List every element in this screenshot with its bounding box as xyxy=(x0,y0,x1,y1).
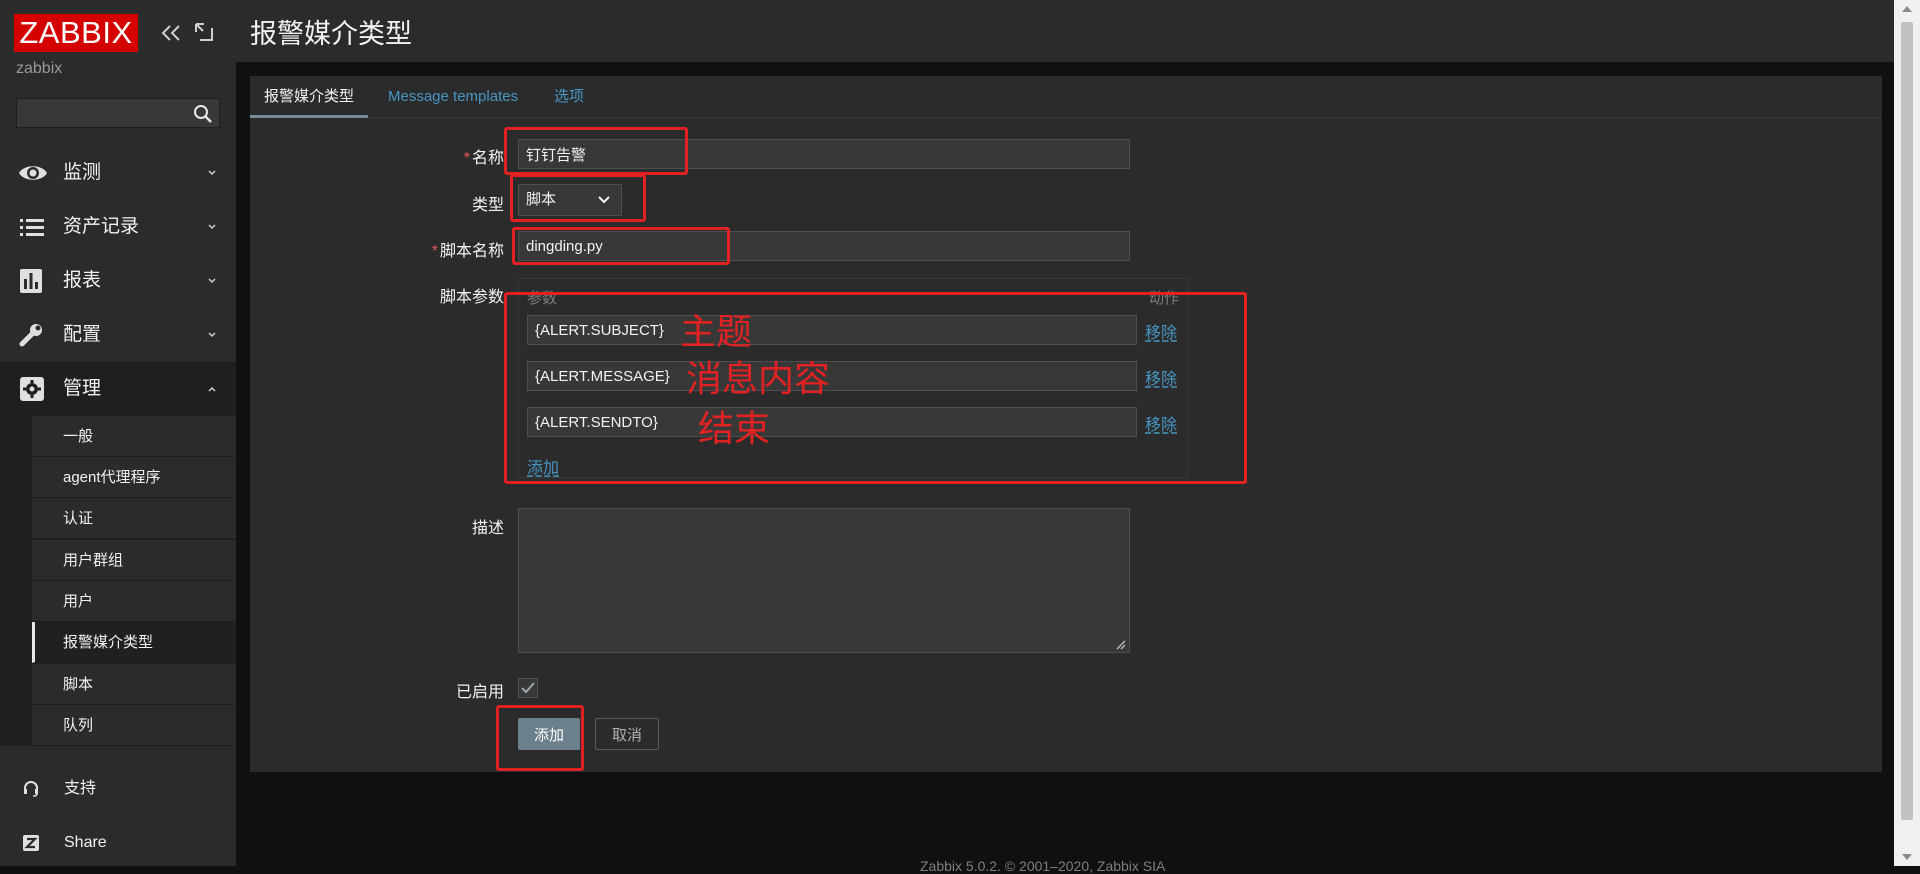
search-input[interactable] xyxy=(17,99,187,127)
bar-chart-icon xyxy=(18,269,46,293)
submenu-scripts[interactable]: 脚本 xyxy=(32,664,236,705)
type-select[interactable]: 脚本 xyxy=(518,184,622,216)
eye-icon xyxy=(18,161,47,185)
enabled-checkbox[interactable] xyxy=(518,678,538,698)
menu-monitoring[interactable]: 监测 xyxy=(0,146,236,200)
name-input[interactable] xyxy=(518,139,1130,169)
param-input-sendto[interactable] xyxy=(527,407,1137,437)
menu-configuration[interactable]: 配置 xyxy=(0,308,236,362)
scroll-up-arrow-icon[interactable] xyxy=(1902,6,1912,12)
chevron-down-icon xyxy=(207,276,217,286)
submenu-queue[interactable]: 队列 xyxy=(32,705,236,746)
menu-reports[interactable]: 报表 xyxy=(0,254,236,308)
headset-icon xyxy=(22,780,40,798)
script-params-label: 脚本参数 xyxy=(439,289,504,306)
submenu-proxies[interactable]: agent代理程序 xyxy=(32,457,236,498)
share-z-icon xyxy=(22,834,40,852)
share-label: Share xyxy=(64,834,107,851)
menu-label: 监测 xyxy=(63,162,102,183)
collapse-sidebar-icon[interactable] xyxy=(160,22,182,44)
scrollbar-thumb[interactable] xyxy=(1901,22,1913,820)
add-button[interactable]: 添加 xyxy=(518,718,580,750)
chevron-up-icon xyxy=(207,384,217,394)
description-label: 描述 xyxy=(471,520,504,537)
submenu-authentication[interactable]: 认证 xyxy=(32,498,236,539)
type-label: 类型 xyxy=(471,197,504,214)
scroll-down-arrow-icon[interactable] xyxy=(1902,854,1912,860)
param-column-header: 参数 xyxy=(527,290,558,307)
media-type-form: 报警媒介类型 Message templates 选项 *名称 类型 脚本 *脚… xyxy=(250,76,1882,772)
chevron-down-icon xyxy=(207,168,217,178)
tab-message-templates[interactable]: Message templates xyxy=(374,76,532,118)
remove-param-link[interactable]: 移除 xyxy=(1145,365,1177,389)
zabbix-logo[interactable]: ZABBIX xyxy=(14,14,138,52)
submenu-users[interactable]: 用户 xyxy=(32,581,236,622)
footer-copyright: Zabbix 5.0.2. © 2001–2020, Zabbix SIA xyxy=(920,858,1166,874)
resize-handle-icon[interactable] xyxy=(1114,638,1126,650)
page-title: 报警媒介类型 xyxy=(250,19,412,49)
menu-inventory[interactable]: 资产记录 xyxy=(0,200,236,254)
sidebar-search xyxy=(16,98,220,128)
add-param-link[interactable]: 添加 xyxy=(527,454,559,478)
submenu-user-groups[interactable]: 用户群组 xyxy=(32,540,236,581)
submenu-general[interactable]: 一般 xyxy=(32,416,236,457)
menu-administration[interactable]: 管理 xyxy=(0,362,236,416)
wrench-icon xyxy=(18,323,46,347)
tab-media-type[interactable]: 报警媒介类型 xyxy=(250,76,369,118)
enabled-label: 已启用 xyxy=(455,684,504,701)
page-header: 报警媒介类型 xyxy=(236,0,1894,62)
cancel-button[interactable]: 取消 xyxy=(595,718,659,750)
checkmark-icon xyxy=(521,682,535,694)
remove-param-link[interactable]: 移除 xyxy=(1145,319,1177,343)
submenu-media-types[interactable]: 报警媒介类型 xyxy=(32,622,236,663)
sidebar: ZABBIX zabbix 监测 资产记录 报表 配置 管理 一般 agent代… xyxy=(0,0,236,866)
page-scrollbar[interactable] xyxy=(1894,0,1920,866)
type-select-value: 脚本 xyxy=(526,191,557,208)
gear-icon xyxy=(18,377,46,401)
description-textarea[interactable] xyxy=(518,508,1130,653)
chevron-down-icon xyxy=(207,222,217,232)
form-tabs: 报警媒介类型 Message templates 选项 xyxy=(250,76,1882,118)
menu-label: 报表 xyxy=(63,270,102,291)
chevron-down-icon xyxy=(207,330,217,340)
search-icon[interactable] xyxy=(193,104,213,124)
action-column-header: 动作 xyxy=(1149,290,1180,307)
menu-label: 配置 xyxy=(63,324,102,345)
kiosk-mode-icon[interactable] xyxy=(194,22,214,42)
script-params-table: 参数 动作 移除 移除 移除 添加 xyxy=(518,278,1188,478)
script-name-input[interactable] xyxy=(518,231,1130,261)
remove-param-link[interactable]: 移除 xyxy=(1145,411,1177,435)
param-input-message[interactable] xyxy=(527,361,1137,391)
menu-label: 资产记录 xyxy=(63,216,140,237)
name-label: * 名称 xyxy=(463,150,504,167)
sidebar-support[interactable]: 支持 xyxy=(0,763,236,815)
menu-label: 管理 xyxy=(63,378,102,399)
admin-submenu: 一般 agent代理程序 认证 用户群组 用户 报警媒介类型 脚本 队列 xyxy=(0,416,236,746)
support-label: 支持 xyxy=(64,780,97,797)
script-name-label: * 脚本名称 xyxy=(431,243,504,260)
chevron-down-icon xyxy=(597,195,611,205)
list-icon xyxy=(18,215,46,239)
tab-options[interactable]: 选项 xyxy=(540,76,598,118)
sidebar-share[interactable]: Share xyxy=(0,817,236,869)
server-name: zabbix xyxy=(16,60,63,77)
param-input-subject[interactable] xyxy=(527,315,1137,345)
